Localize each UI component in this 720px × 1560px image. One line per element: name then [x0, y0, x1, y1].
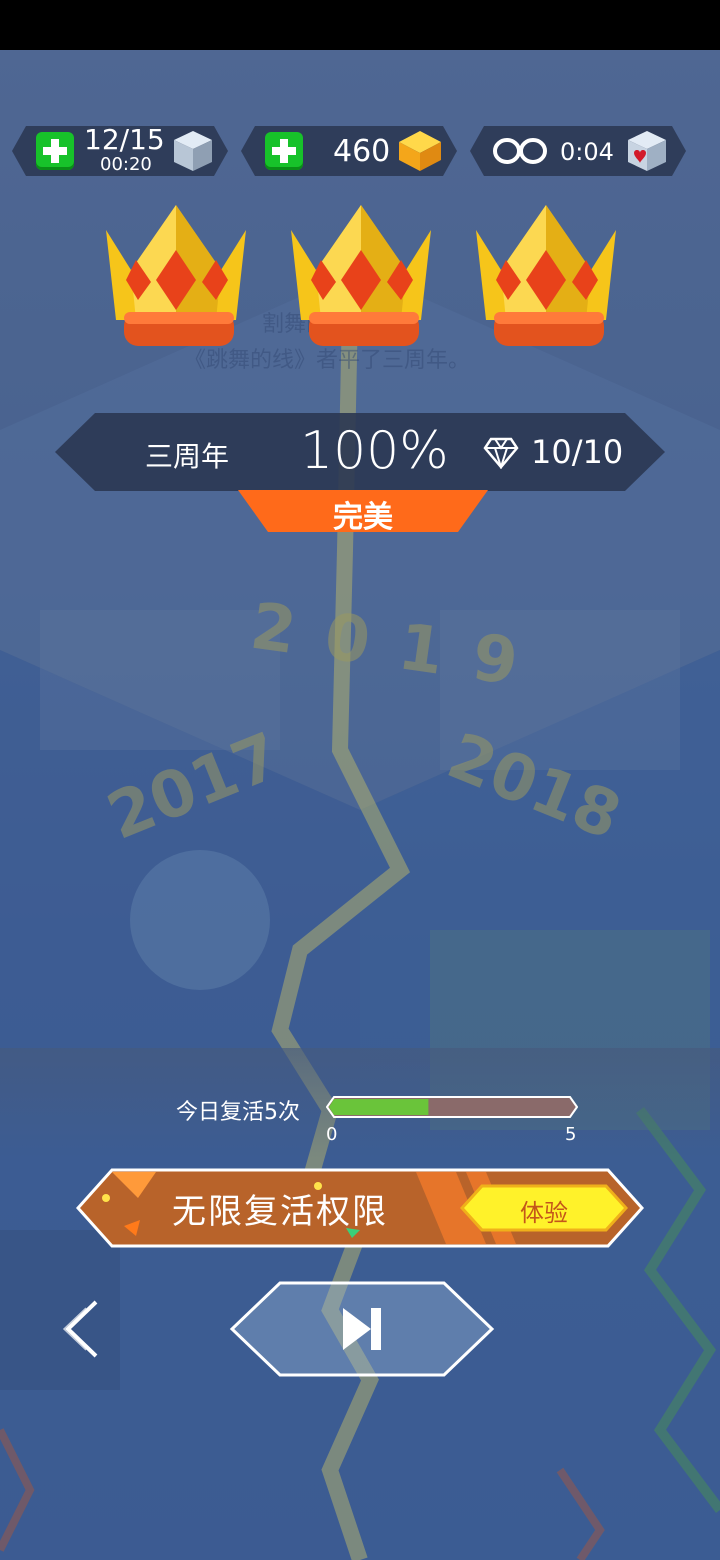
status-bar	[0, 0, 720, 50]
revive-max: 5	[565, 1124, 577, 1145]
revive-label: 今日复活5次	[176, 1100, 300, 1125]
crown-icon	[106, 205, 246, 346]
completion-percent: 100%	[300, 421, 449, 481]
try-label: 体验	[520, 1199, 568, 1227]
infinite-timer[interactable]: 0:04	[470, 126, 686, 176]
gem-icon	[399, 131, 441, 171]
rating-text: 完美	[333, 500, 393, 535]
try-button[interactable]: 体验	[460, 1184, 628, 1232]
revive-progress-bar	[326, 1096, 578, 1118]
unlimited-revive-title: 无限复活权限	[172, 1192, 388, 1232]
diamonds-count: 10/10	[531, 433, 624, 471]
plus-icon[interactable]	[36, 132, 74, 170]
diamond-outline-icon	[483, 437, 519, 469]
lives-timer: 00:20	[100, 154, 152, 175]
crown-icon	[291, 205, 431, 346]
unlimited-revive-button[interactable]: 无限复活权限 体验	[76, 1168, 644, 1248]
lives-counter[interactable]: 12/15 00:20	[12, 123, 228, 176]
gems-value: 460	[333, 134, 391, 169]
infinity-icon	[493, 138, 547, 164]
gems-counter[interactable]: 460	[241, 126, 457, 176]
crown-icon	[476, 205, 616, 346]
level-name: 三周年	[145, 440, 230, 473]
rating-ribbon: 完美	[238, 490, 488, 535]
lives-value: 12/15	[84, 123, 165, 156]
revive-min: 0	[326, 1124, 338, 1145]
infinite-value: 0:04	[560, 138, 614, 166]
result-banner: 三周年 100% 10/10	[55, 413, 665, 491]
next-skip-icon	[343, 1308, 381, 1350]
next-level-button[interactable]	[228, 1280, 496, 1378]
heart-cube-icon	[628, 131, 666, 171]
back-chevron-icon[interactable]	[60, 1300, 104, 1358]
plus-icon[interactable]	[265, 132, 303, 170]
ice-cube-icon	[174, 131, 212, 171]
